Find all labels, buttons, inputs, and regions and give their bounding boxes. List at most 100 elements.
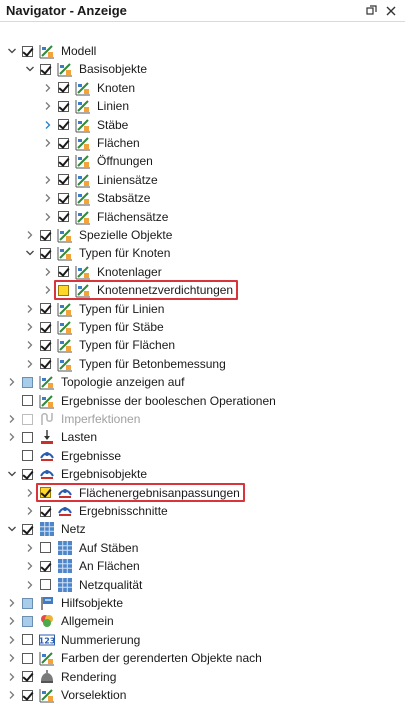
visibility-checkbox[interactable] (40, 542, 51, 554)
visibility-checkbox[interactable] (22, 671, 33, 683)
tree-row[interactable]: Hilfsobjekte (0, 594, 405, 612)
visibility-checkbox[interactable] (40, 505, 51, 517)
visibility-checkbox[interactable] (22, 431, 33, 443)
tree-row[interactable]: Rendering (0, 668, 405, 686)
visibility-checkbox[interactable] (22, 395, 33, 407)
chevron-right-icon[interactable] (24, 358, 36, 370)
visibility-checkbox[interactable] (58, 137, 69, 149)
tree-row[interactable]: Farben der gerenderten Objekte nach (0, 649, 405, 667)
visibility-checkbox[interactable] (22, 652, 33, 664)
tree-row[interactable]: 123 Nummerierung (0, 631, 405, 649)
chevron-right-icon[interactable] (6, 376, 18, 388)
chevron-right-icon[interactable] (42, 82, 54, 94)
visibility-checkbox[interactable] (58, 119, 69, 131)
visibility-checkbox[interactable] (40, 229, 51, 241)
tree-row[interactable]: Typen für Stäbe (0, 318, 405, 336)
visibility-checkbox[interactable] (58, 266, 69, 278)
visibility-checkbox[interactable] (22, 468, 33, 480)
visibility-checkbox[interactable] (40, 321, 51, 333)
chevron-down-icon[interactable] (24, 247, 36, 259)
tree-row[interactable]: Typen für Flächen (0, 336, 405, 354)
tree-row[interactable]: Typen für Betonbemessung (0, 355, 405, 373)
tree-row[interactable]: Ergebnisobjekte (0, 465, 405, 483)
tree-row[interactable]: Spezielle Objekte (0, 226, 405, 244)
chevron-right-icon[interactable] (6, 671, 18, 683)
chevron-down-icon[interactable] (6, 523, 18, 535)
visibility-checkbox[interactable] (22, 597, 33, 609)
tree-row[interactable]: Knoten (0, 79, 405, 97)
chevron-down-icon[interactable] (6, 468, 18, 480)
chevron-right-icon[interactable] (24, 579, 36, 591)
tree-row[interactable]: Stabsätze (0, 189, 405, 207)
visibility-checkbox[interactable] (58, 100, 69, 112)
visibility-checkbox[interactable] (22, 376, 33, 388)
tree-row[interactable]: Ergebnisse (0, 447, 405, 465)
tree-row[interactable]: Lasten (0, 428, 405, 446)
tree-row[interactable]: Topologie anzeigen auf (0, 373, 405, 391)
chevron-down-icon[interactable] (6, 45, 18, 57)
tree-row[interactable]: Knotenlager (0, 263, 405, 281)
visibility-checkbox[interactable] (40, 339, 51, 351)
chevron-right-icon[interactable] (6, 413, 18, 425)
tree-row[interactable]: Flächensätze (0, 208, 405, 226)
tree-row[interactable]: Ergebnisse der booleschen Operationen (0, 392, 405, 410)
visibility-checkbox[interactable] (40, 358, 51, 370)
chevron-right-icon[interactable] (6, 597, 18, 609)
tree-row[interactable]: Netz (0, 520, 405, 538)
tree-row[interactable]: Basisobjekte (0, 60, 405, 78)
visibility-checkbox[interactable] (22, 689, 33, 701)
visibility-checkbox[interactable] (58, 174, 69, 186)
visibility-checkbox[interactable] (58, 82, 69, 94)
tree-row[interactable]: Auf Stäben (0, 539, 405, 557)
visibility-checkbox[interactable] (40, 579, 51, 591)
visibility-checkbox[interactable] (40, 303, 51, 315)
tree-row[interactable]: Flächen (0, 134, 405, 152)
chevron-right-icon[interactable] (6, 652, 18, 664)
visibility-checkbox[interactable] (40, 247, 51, 259)
tree-row[interactable]: Ergebnisschnitte (0, 502, 405, 520)
chevron-down-icon[interactable] (24, 63, 36, 75)
tree-row[interactable]: Typen für Linien (0, 300, 405, 318)
tree-row[interactable]: Netzqualität (0, 576, 405, 594)
tree-row[interactable]: Liniensätze (0, 171, 405, 189)
visibility-checkbox[interactable] (22, 523, 33, 535)
tree-row[interactable]: Allgemein (0, 612, 405, 630)
tree-row[interactable]: Modell (0, 42, 405, 60)
chevron-right-icon[interactable] (6, 689, 18, 701)
visibility-checkbox[interactable] (22, 634, 33, 646)
tree-row[interactable]: Stäbe (0, 116, 405, 134)
chevron-right-icon[interactable] (6, 615, 18, 627)
chevron-right-icon[interactable] (24, 321, 36, 333)
visibility-checkbox[interactable] (58, 155, 69, 167)
tree-row[interactable]: Typen für Knoten (0, 244, 405, 262)
chevron-right-icon[interactable] (42, 284, 54, 296)
visibility-checkbox[interactable] (22, 45, 33, 57)
chevron-right-icon[interactable] (24, 560, 36, 572)
tree-row[interactable]: Öffnungen (0, 152, 405, 170)
tree-row[interactable]: Linien (0, 97, 405, 115)
pin-icon[interactable] (363, 3, 379, 19)
chevron-right-icon[interactable] (42, 100, 54, 112)
chevron-right-icon[interactable] (24, 487, 36, 499)
visibility-checkbox[interactable] (22, 615, 33, 627)
visibility-checkbox[interactable] (58, 192, 69, 204)
tree-row[interactable]: Vorselektion (0, 686, 405, 704)
chevron-right-icon[interactable] (42, 119, 54, 131)
chevron-right-icon[interactable] (42, 192, 54, 204)
visibility-checkbox[interactable] (40, 63, 51, 75)
chevron-right-icon[interactable] (6, 431, 18, 443)
visibility-checkbox[interactable] (40, 560, 51, 572)
visibility-checkbox[interactable] (22, 450, 33, 462)
tree-row[interactable]: Imperfektionen (0, 410, 405, 428)
visibility-checkbox[interactable] (58, 211, 69, 223)
close-icon[interactable] (383, 3, 399, 19)
visibility-checkbox[interactable] (22, 413, 33, 425)
chevron-right-icon[interactable] (6, 634, 18, 646)
chevron-right-icon[interactable] (42, 174, 54, 186)
chevron-right-icon[interactable] (24, 303, 36, 315)
chevron-right-icon[interactable] (24, 505, 36, 517)
chevron-right-icon[interactable] (24, 542, 36, 554)
chevron-right-icon[interactable] (42, 211, 54, 223)
chevron-right-icon[interactable] (42, 137, 54, 149)
tree-row[interactable]: An Flächen (0, 557, 405, 575)
